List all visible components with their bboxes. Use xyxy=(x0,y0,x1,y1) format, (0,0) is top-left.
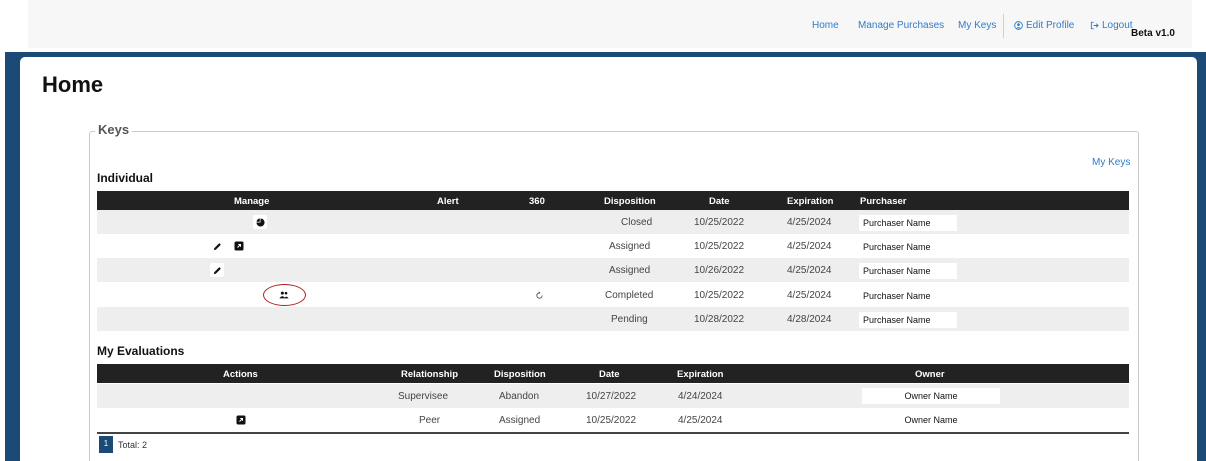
table-row: Supervisee Abandon 10/27/2022 4/24/2024 … xyxy=(97,384,1129,408)
evaluations-table-header: Actions Relationship Disposition Date Ex… xyxy=(97,364,1129,383)
purchaser-cell: Purchaser Name xyxy=(859,312,957,328)
top-navbar: Home Manage Purchases My Keys Edit Profi… xyxy=(0,0,1206,52)
nav-logout-link[interactable]: Logout xyxy=(1090,20,1133,31)
date-cell: 10/25/2022 xyxy=(694,217,745,228)
col-expiration: Expiration xyxy=(677,369,724,380)
table-row: Completed 10/25/2022 4/25/2024 Purchaser… xyxy=(97,283,1129,307)
expiration-cell: 4/24/2024 xyxy=(678,391,723,402)
table-row: Assigned 10/25/2022 4/25/2024 Purchaser … xyxy=(97,234,1129,258)
my-keys-link[interactable]: My Keys xyxy=(1092,157,1130,168)
disposition-cell: Assigned xyxy=(609,241,651,252)
nav-home-link[interactable]: Home xyxy=(812,20,839,31)
col-purchaser: Purchaser xyxy=(860,196,907,207)
date-cell: 10/26/2022 xyxy=(694,265,745,276)
col-disposition: Disposition xyxy=(604,196,656,207)
col-expiration: Expiration xyxy=(787,196,834,207)
user-circle-icon xyxy=(1014,21,1023,30)
date-cell: 10/25/2022 xyxy=(586,415,637,426)
expiration-cell: 4/25/2024 xyxy=(678,415,723,426)
individual-table-header: Manage Alert 360 Disposition Date Expira… xyxy=(97,191,1129,210)
purchaser-cell: Purchaser Name xyxy=(859,239,957,255)
expiration-cell: 4/25/2024 xyxy=(787,241,832,252)
col-disposition: Disposition xyxy=(494,369,546,380)
page-title: Home xyxy=(42,72,104,97)
expiration-cell: 4/25/2024 xyxy=(787,217,832,228)
purchaser-cell: Purchaser Name xyxy=(859,288,957,304)
table-row: Assigned 10/26/2022 4/25/2024 Purchaser … xyxy=(97,258,1129,282)
open-box-icon[interactable] xyxy=(232,239,246,253)
date-cell: 10/27/2022 xyxy=(586,391,637,402)
table-row: Peer Assigned 10/25/2022 4/25/2024 Owner… xyxy=(97,408,1129,432)
date-cell: 10/28/2022 xyxy=(694,314,745,325)
col-date: Date xyxy=(709,196,730,207)
col-actions: Actions xyxy=(223,369,258,380)
nav-divider xyxy=(1003,14,1004,38)
pie-chart-icon[interactable] xyxy=(253,215,267,229)
keys-legend: Keys xyxy=(95,122,133,137)
nav-edit-profile-link[interactable]: Edit Profile xyxy=(1014,20,1074,31)
col-manage: Manage xyxy=(234,196,270,207)
annotation-circle xyxy=(263,284,306,306)
relationship-cell: Peer xyxy=(419,415,441,426)
disposition-cell: Assigned xyxy=(499,415,541,426)
col-360: 360 xyxy=(529,196,545,207)
table-bottom-border xyxy=(97,432,1129,434)
disposition-cell: Closed xyxy=(621,217,653,228)
logout-label: Logout xyxy=(1102,20,1133,31)
refresh-icon[interactable] xyxy=(532,288,546,302)
table-row: Pending 10/28/2022 4/28/2024 Purchaser N… xyxy=(97,307,1129,331)
nav-my-keys-link[interactable]: My Keys xyxy=(958,20,996,31)
nav-manage-purchases-link[interactable]: Manage Purchases xyxy=(858,20,944,31)
purchaser-cell: Purchaser Name xyxy=(859,263,957,279)
expiration-cell: 4/25/2024 xyxy=(787,290,832,301)
disposition-cell: Assigned xyxy=(609,265,651,276)
owner-cell: Owner Name xyxy=(862,388,1000,404)
individual-title: Individual xyxy=(97,171,154,185)
disposition-cell: Pending xyxy=(611,314,648,325)
relationship-cell: Supervisee xyxy=(398,391,449,402)
purchaser-cell: Purchaser Name xyxy=(859,215,957,231)
disposition-cell: Completed xyxy=(605,290,654,301)
date-cell: 10/25/2022 xyxy=(694,290,745,301)
col-date: Date xyxy=(599,369,620,380)
owner-cell: Owner Name xyxy=(862,412,1000,428)
version-badge: Beta v1.0 xyxy=(1131,28,1175,39)
col-owner: Owner xyxy=(915,369,945,380)
expiration-cell: 4/28/2024 xyxy=(787,314,832,325)
pencil-icon[interactable] xyxy=(210,239,224,253)
date-cell: 10/25/2022 xyxy=(694,241,745,252)
edit-profile-label: Edit Profile xyxy=(1026,20,1075,31)
expiration-cell: 4/25/2024 xyxy=(787,265,832,276)
logout-arrow-icon xyxy=(1090,21,1099,30)
col-alert: Alert xyxy=(437,196,459,207)
table-row: Closed 10/25/2022 4/25/2024 Purchaser Na… xyxy=(97,210,1129,234)
pencil-icon[interactable] xyxy=(210,263,224,277)
brand-area xyxy=(28,0,182,48)
pagination-page-button[interactable]: 1 xyxy=(99,436,113,453)
open-box-icon[interactable] xyxy=(234,413,248,427)
pagination-total: Total: 2 xyxy=(118,440,148,450)
disposition-cell: Abandon xyxy=(499,391,540,402)
evaluations-title: My Evaluations xyxy=(97,344,185,358)
col-relationship: Relationship xyxy=(401,369,459,380)
